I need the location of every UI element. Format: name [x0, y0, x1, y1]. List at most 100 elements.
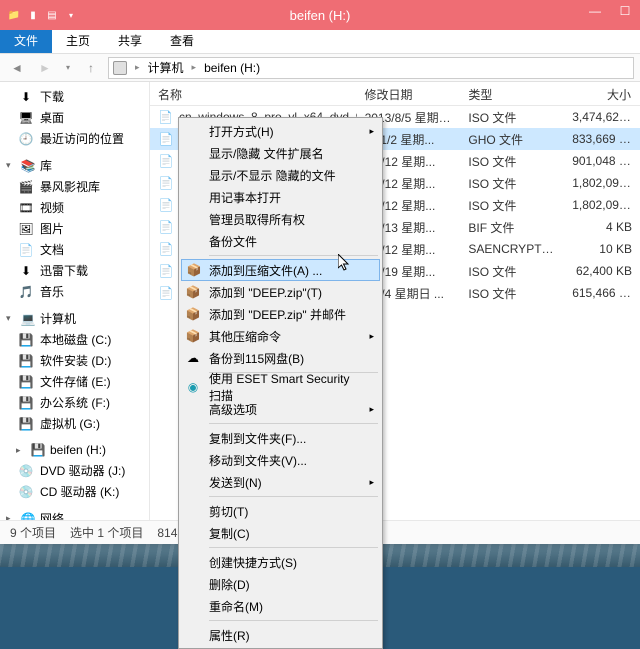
qat-props-icon[interactable]: ▤ [44, 7, 60, 23]
ctx-take-owner[interactable]: 管理员取得所有权 [181, 208, 380, 230]
ctx-other-zip[interactable]: 📦其他压缩命令▸ [181, 325, 380, 347]
cell-size: 62,400 KB [564, 264, 640, 278]
sidebar-videos[interactable]: 🎞视频 [0, 197, 149, 218]
ctx-open-with[interactable]: 打开方式(H)▸ [181, 120, 380, 142]
sidebar-drive-c[interactable]: 💾本地磁盘 (C:) [0, 329, 149, 350]
col-size[interactable]: 大小 [564, 82, 640, 105]
sidebar-dvd[interactable]: 💿DVD 驱动器 (J:) [0, 460, 149, 481]
ctx-properties[interactable]: 属性(R) [181, 624, 380, 646]
music-icon: 🎵 [18, 284, 34, 300]
ctx-show-hidden[interactable]: 显示/不显示 隐藏的文件 [181, 164, 380, 186]
sidebar-xunlei[interactable]: ⬇迅雷下载 [0, 260, 149, 281]
picture-icon: 🖼 [18, 221, 34, 237]
ctx-add-archive[interactable]: 📦添加到压缩文件(A) ... [181, 259, 380, 281]
sidebar-drive-e[interactable]: 💾文件存储 (E:) [0, 371, 149, 392]
sidebar-network[interactable]: ▸🌐网络 [0, 508, 149, 520]
sidebar-pictures[interactable]: 🖼图片 [0, 218, 149, 239]
ctx-show-ext[interactable]: 显示/隐藏 文件扩展名 [181, 142, 380, 164]
tab-file[interactable]: 文件 [0, 28, 52, 53]
titlebar[interactable]: 📁 ▮ ▤ ▾ beifen (H:) — ☐ [0, 0, 640, 30]
sidebar-drive-d[interactable]: 💾软件安装 (D:) [0, 350, 149, 371]
cell-size: 615,466 KB [564, 286, 640, 300]
sidebar-drive-g[interactable]: 💾虚拟机 (G:) [0, 413, 149, 434]
ctx-backup-115[interactable]: ☁备份到115网盘(B) [181, 347, 380, 369]
back-button[interactable]: ◄ [6, 57, 28, 79]
chevron-down-icon[interactable]: ▾ [6, 313, 16, 324]
cell-type: ISO 文件 [460, 175, 564, 192]
nav-pane[interactable]: ⬇下载 🖥桌面 🕘最近访问的位置 ▾📚库 🎬暴风影视库 🎞视频 🖼图片 📄文档 … [0, 82, 150, 520]
cell-type: ISO 文件 [460, 285, 564, 302]
sidebar-storm[interactable]: 🎬暴风影视库 [0, 176, 149, 197]
ctx-backup[interactable]: 备份文件 [181, 230, 380, 252]
tab-share[interactable]: 共享 [104, 28, 156, 53]
ctx-copy[interactable]: 复制(C) [181, 522, 380, 544]
cell-size: 3,474,624... [564, 110, 640, 124]
address-bar[interactable]: ▸ 计算机 ▸ beifen (H:) [108, 57, 634, 79]
col-date[interactable]: 修改日期 [357, 82, 461, 105]
maximize-button[interactable]: ☐ [610, 0, 640, 22]
network-icon: 🌐 [20, 511, 36, 521]
separator [209, 620, 378, 621]
crumb-drive[interactable]: beifen (H:) [200, 61, 264, 75]
file-icon: 📄 [158, 263, 174, 279]
ctx-notepad[interactable]: 用记事本打开 [181, 186, 380, 208]
sidebar-recent[interactable]: 🕘最近访问的位置 [0, 128, 149, 149]
qat-sep: ▮ [25, 7, 41, 23]
ctx-rename[interactable]: 重命名(M) [181, 595, 380, 617]
file-icon: 📄 [158, 109, 173, 125]
col-type[interactable]: 类型 [460, 82, 564, 105]
download-icon: ⬇ [18, 263, 34, 279]
ctx-delete[interactable]: 删除(D) [181, 573, 380, 595]
sidebar-music[interactable]: 🎵音乐 [0, 281, 149, 302]
folder-icon: 📁 [6, 7, 22, 23]
cell-type: ISO 文件 [460, 197, 564, 214]
sidebar-desktop[interactable]: 🖥桌面 [0, 107, 149, 128]
ctx-advanced[interactable]: 高级选项▸ [181, 398, 380, 420]
sidebar-libraries[interactable]: ▾📚库 [0, 155, 149, 176]
cell-size: 4 KB [564, 220, 640, 234]
sidebar-drive-h[interactable]: ▸💾beifen (H:) [0, 440, 149, 460]
file-icon: 📄 [158, 285, 174, 301]
ctx-send-to[interactable]: 发送到(N)▸ [181, 471, 380, 493]
ctx-shortcut[interactable]: 创建快捷方式(S) [181, 551, 380, 573]
cell-size: 1,802,096... [564, 198, 640, 212]
window-title: beifen (H:) [290, 8, 351, 23]
ctx-move-to[interactable]: 移动到文件夹(V)... [181, 449, 380, 471]
sidebar-computer[interactable]: ▾💻计算机 [0, 308, 149, 329]
qat: 📁 ▮ ▤ ▾ [0, 7, 79, 23]
chevron-down-icon[interactable]: ▾ [6, 160, 16, 171]
archive-icon: 📦 [186, 262, 202, 278]
tab-home[interactable]: 主页 [52, 28, 104, 53]
sidebar-docs[interactable]: 📄文档 [0, 239, 149, 260]
column-headers: 名称 修改日期 类型 大小 [150, 82, 640, 106]
cell-type: ISO 文件 [460, 153, 564, 170]
sidebar-drive-f[interactable]: 💾办公系统 (F:) [0, 392, 149, 413]
archive-icon: 📦 [185, 306, 201, 322]
crumb-computer[interactable]: 计算机 [144, 59, 188, 76]
tab-view[interactable]: 查看 [156, 28, 208, 53]
minimize-button[interactable]: — [580, 0, 610, 22]
up-button[interactable]: ↑ [80, 57, 102, 79]
ctx-add-deep[interactable]: 📦添加到 "DEEP.zip"(T) [181, 281, 380, 303]
ctx-eset[interactable]: ◉使用 ESET Smart Security 扫描 [181, 376, 380, 398]
file-icon: 📄 [158, 131, 174, 147]
qat-dropdown-icon[interactable]: ▾ [63, 7, 79, 23]
ctx-cut[interactable]: 剪切(T) [181, 500, 380, 522]
chevron-right-icon[interactable]: ▸ [6, 513, 16, 520]
ctx-copy-to[interactable]: 复制到文件夹(F)... [181, 427, 380, 449]
chevron-right-icon[interactable]: ▸ [192, 62, 197, 73]
cell-size: 833,669 KB [564, 132, 640, 146]
recent-icon: 🕘 [18, 131, 34, 147]
col-name[interactable]: 名称 [150, 82, 357, 105]
history-dropdown[interactable]: ▾ [62, 57, 74, 79]
chevron-right-icon[interactable]: ▸ [16, 445, 26, 456]
chevron-right-icon[interactable]: ▸ [135, 62, 140, 73]
cell-size: 901,048 KB [564, 154, 640, 168]
ctx-add-deep-mail[interactable]: 📦添加到 "DEEP.zip" 并邮件 [181, 303, 380, 325]
video-icon: 🎞 [18, 200, 34, 216]
sidebar-downloads[interactable]: ⬇下载 [0, 86, 149, 107]
sidebar-cd[interactable]: 💿CD 驱动器 (K:) [0, 481, 149, 502]
archive-icon: 📦 [185, 328, 201, 344]
chevron-right-icon: ▸ [369, 126, 374, 137]
forward-button[interactable]: ► [34, 57, 56, 79]
